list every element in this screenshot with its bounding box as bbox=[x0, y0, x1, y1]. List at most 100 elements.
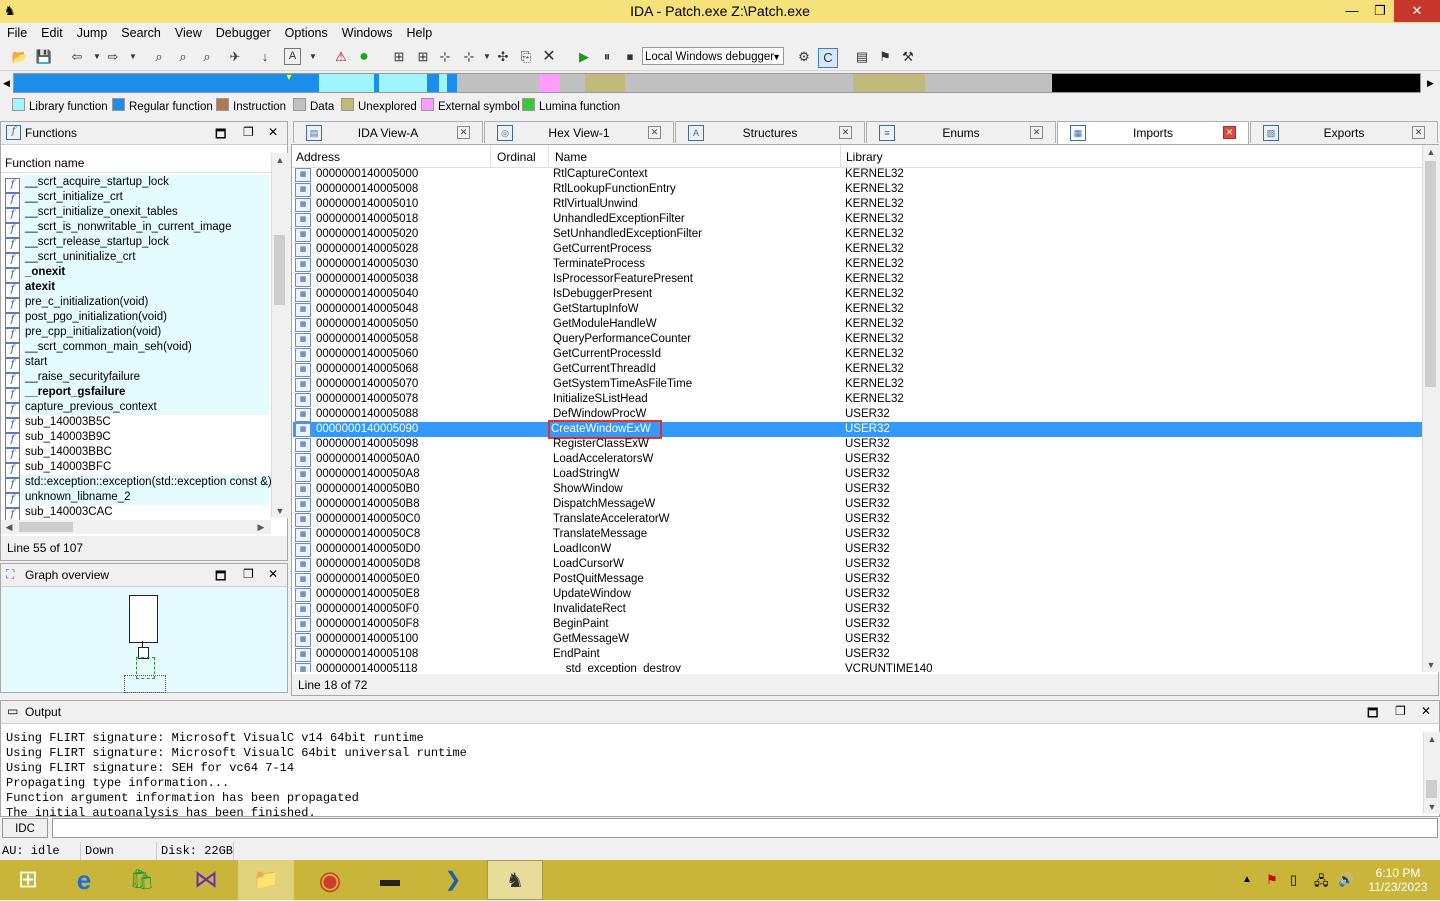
save-icon[interactable]: 💾 bbox=[35, 48, 53, 66]
menu-windows[interactable]: Windows bbox=[335, 23, 400, 43]
graph-icon[interactable]: ✣ bbox=[494, 48, 512, 66]
idc-command-input[interactable] bbox=[52, 818, 1438, 838]
breakpoints-icon[interactable]: ▤ bbox=[853, 48, 871, 66]
warning-icon[interactable]: ⚠ bbox=[332, 48, 350, 66]
maximize-icon[interactable]: 🗖 bbox=[215, 125, 226, 146]
forward-dropdown-icon[interactable]: ▼ bbox=[124, 48, 142, 66]
import-row[interactable]: ▦ 0000000140005018 UnhandledExceptionFilte… bbox=[293, 212, 1422, 227]
import-row[interactable]: ▦ 0000000140005000 RtlCaptureContext KERNEL… bbox=[293, 167, 1422, 182]
patch-icon[interactable]: ⎘ bbox=[517, 48, 535, 66]
forward-arrow-icon[interactable]: ⇨ bbox=[104, 48, 122, 66]
x-delete-icon[interactable]: ✕ bbox=[540, 48, 558, 66]
import-row[interactable]: ▦ 0000000140005050 GetModuleHandleW KERNEL3… bbox=[293, 317, 1422, 332]
minimize-button[interactable]: — bbox=[1338, 0, 1366, 22]
column-name[interactable]: Name bbox=[555, 150, 587, 164]
internet-explorer-icon[interactable]: e bbox=[56, 860, 112, 900]
menu-options[interactable]: Options bbox=[278, 23, 335, 43]
scroll-up-icon[interactable]: ▲ bbox=[272, 153, 288, 167]
import-row[interactable]: ▦ 0000000140005108 EndPaint USER32 bbox=[293, 647, 1422, 662]
add-struct-icon[interactable]: ⊹ bbox=[436, 48, 454, 66]
menu-debugger[interactable]: Debugger bbox=[209, 23, 278, 43]
close-icon[interactable]: ✕ bbox=[1421, 704, 1431, 718]
import-row[interactable]: ▦ 00000001400050A0 LoadAcceleratorsW USER32 bbox=[293, 452, 1422, 467]
scroll-up-icon[interactable]: ▲ bbox=[1424, 732, 1440, 746]
import-row[interactable]: ▦ 0000000140005040 IsDebuggerPresent KERNEL… bbox=[293, 287, 1422, 302]
import-row[interactable]: ▦ 00000001400050D0 LoadIconW USER32 bbox=[293, 542, 1422, 557]
import-row[interactable]: ▦ 0000000140005048 GetStartupInfoW KERNEL32 bbox=[293, 302, 1422, 317]
idc-button[interactable]: IDC bbox=[2, 818, 48, 838]
down-arrow-icon[interactable]: ↓ bbox=[256, 48, 274, 66]
import-row[interactable]: ▦ 00000001400050B0 ShowWindow USER32 bbox=[293, 482, 1422, 497]
import-row[interactable]: ▦ 0000000140005020 SetUnhandledExceptionFi… bbox=[293, 227, 1422, 242]
import-row[interactable]: ▦ 0000000140005038 IsProcessorFeaturePrese… bbox=[293, 272, 1422, 287]
cross-ref-icon[interactable]: ⊹ bbox=[460, 48, 478, 66]
import-row[interactable]: ▦ 00000001400050C8 TranslateMessage USER32 bbox=[293, 527, 1422, 542]
action-center-icon[interactable]: ⚑ bbox=[1266, 872, 1278, 888]
import-row[interactable]: ▦ 0000000140005028 GetCurrentProcess KERNEL… bbox=[293, 242, 1422, 257]
tab-close-icon[interactable]: ✕ bbox=[1030, 126, 1043, 139]
tab-exports[interactable]: ▧ Exports ✕ bbox=[1250, 121, 1438, 143]
import-row[interactable]: ▦ 00000001400050A8 LoadStringW USER32 bbox=[293, 467, 1422, 482]
navigation-band[interactable]: ▾ bbox=[13, 73, 1421, 93]
import-row[interactable]: ▦ 0000000140005078 InitializeSListHead KERN… bbox=[293, 392, 1422, 407]
import-row[interactable]: ▦ 00000001400050F0 InvalidateRect USER32 bbox=[293, 602, 1422, 617]
column-library[interactable]: Library bbox=[846, 150, 883, 164]
scroll-thumb[interactable] bbox=[1426, 780, 1437, 798]
menu-file[interactable]: File bbox=[0, 23, 34, 43]
open-folder-icon[interactable]: 📂 bbox=[11, 48, 29, 66]
menu-search[interactable]: Search bbox=[114, 23, 168, 43]
debugger-options-icon[interactable]: ⚙ bbox=[795, 48, 813, 66]
device-icon[interactable]: ▯ bbox=[1290, 872, 1297, 888]
import-row[interactable]: ▦ 0000000140005070 GetSystemTimeAsFileTime… bbox=[293, 377, 1422, 392]
scroll-down-icon[interactable]: ▼ bbox=[1424, 800, 1440, 814]
start-debugger-icon[interactable]: ▶ bbox=[575, 48, 593, 66]
back-arrow-icon[interactable]: ⇦ bbox=[68, 48, 86, 66]
nav-left-arrow-icon[interactable]: ◀ bbox=[0, 73, 13, 93]
network-icon[interactable]: 🖧 bbox=[1314, 872, 1329, 894]
chrome-icon[interactable]: ◉ bbox=[302, 860, 358, 900]
import-row[interactable]: ▦ 0000000140005098 RegisterClassExW USER32 bbox=[293, 437, 1422, 452]
immediate-search-icon[interactable]: ⌕ bbox=[198, 48, 216, 66]
import-row[interactable]: ▦ 0000000140005100 GetMessageW USER32 bbox=[293, 632, 1422, 647]
close-button[interactable]: ✕ bbox=[1394, 0, 1440, 22]
binary-search-icon[interactable]: ⌕ bbox=[150, 48, 168, 66]
windows-start-icon[interactable]: ⊞ bbox=[0, 860, 56, 900]
menu-view[interactable]: View bbox=[168, 23, 209, 43]
menu-edit[interactable]: Edit bbox=[34, 23, 70, 43]
column-ordinal[interactable]: Ordinal bbox=[497, 150, 536, 164]
volume-icon[interactable]: 🔊 bbox=[1338, 872, 1354, 888]
scroll-up-icon[interactable]: ▲ bbox=[1423, 145, 1439, 159]
output-log[interactable]: Using FLIRT signature: Microsoft VisualC… bbox=[6, 731, 467, 821]
lumina-icon[interactable]: C bbox=[818, 48, 838, 68]
import-row[interactable]: ▦ 0000000140005088 DefWindowProcW USER32 bbox=[293, 407, 1422, 422]
tab-close-icon[interactable]: ✕ bbox=[457, 126, 470, 139]
tab-close-icon[interactable]: ✕ bbox=[1412, 126, 1425, 139]
tab-enums[interactable]: ≡ Enums ✕ bbox=[866, 121, 1056, 143]
close-icon[interactable]: ✕ bbox=[268, 125, 278, 139]
import-row[interactable]: ▦ 0000000140005060 GetCurrentProcessId KERN… bbox=[293, 347, 1422, 362]
tab-hex-view-1[interactable]: ◎ Hex View-1 ✕ bbox=[484, 121, 674, 143]
tab-close-icon[interactable]: ✕ bbox=[839, 126, 852, 139]
edit-function-icon[interactable]: ⊞ bbox=[414, 48, 432, 66]
maximize-icon[interactable]: 🗖 bbox=[1367, 704, 1378, 725]
ida-taskbar-icon[interactable]: ♞ bbox=[487, 860, 543, 900]
debugger-select[interactable]: Local Windows debugger ▼ bbox=[642, 47, 784, 65]
import-row[interactable]: ▦ 0000000140005010 RtlVirtualUnwind KERNEL3… bbox=[293, 197, 1422, 212]
import-row[interactable]: ▦ 0000000140005008 RtlLookupFunctionEntry K… bbox=[293, 182, 1422, 197]
tab-ida-view-a[interactable]: ▤ IDA View-A ✕ bbox=[293, 121, 483, 143]
store-icon[interactable]: 🛍 bbox=[114, 860, 170, 900]
import-row[interactable]: ▦ 0000000140005068 GetCurrentThreadId KERNE… bbox=[293, 362, 1422, 377]
text-view-icon[interactable]: A bbox=[284, 48, 301, 65]
cmd-icon[interactable]: ▬ bbox=[362, 860, 418, 900]
menu-jump[interactable]: Jump bbox=[70, 23, 115, 43]
import-row[interactable]: ▦ 0000000140005118 __std_exception_destroy… bbox=[293, 662, 1422, 672]
powershell-icon[interactable]: ❯ bbox=[425, 860, 481, 900]
import-row[interactable]: ▦ 00000001400050F8 BeginPaint USER32 bbox=[293, 617, 1422, 632]
text-view-dropdown-icon[interactable]: ▼ bbox=[304, 48, 322, 66]
tray-expand-icon[interactable]: ▲ bbox=[1242, 874, 1252, 885]
tab-structures[interactable]: A Structures ✕ bbox=[675, 121, 865, 143]
pause-icon[interactable]: ⏸ bbox=[598, 48, 616, 66]
stop-icon[interactable]: ⏹ bbox=[621, 48, 639, 66]
import-row[interactable]: ▦ 00000001400050D8 LoadCursorW USER32 bbox=[293, 557, 1422, 572]
visual-studio-icon[interactable]: ⋈ bbox=[178, 860, 234, 900]
